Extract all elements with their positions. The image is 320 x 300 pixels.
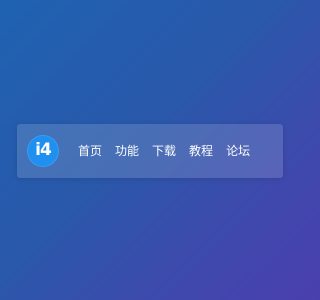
- nav-item-features[interactable]: 功能: [115, 145, 139, 157]
- nav-item-forum[interactable]: 论坛: [226, 145, 250, 157]
- top-navigation-bar: i4 首页 功能 下载 教程 论坛: [17, 124, 283, 178]
- nav-menu: 首页 功能 下载 教程 论坛: [78, 124, 250, 178]
- nav-item-home[interactable]: 首页: [78, 145, 102, 157]
- nav-item-download[interactable]: 下载: [152, 145, 176, 157]
- logo-text: i4: [35, 139, 52, 160]
- nav-item-tutorials[interactable]: 教程: [189, 145, 213, 157]
- logo-icon[interactable]: i4: [27, 135, 59, 167]
